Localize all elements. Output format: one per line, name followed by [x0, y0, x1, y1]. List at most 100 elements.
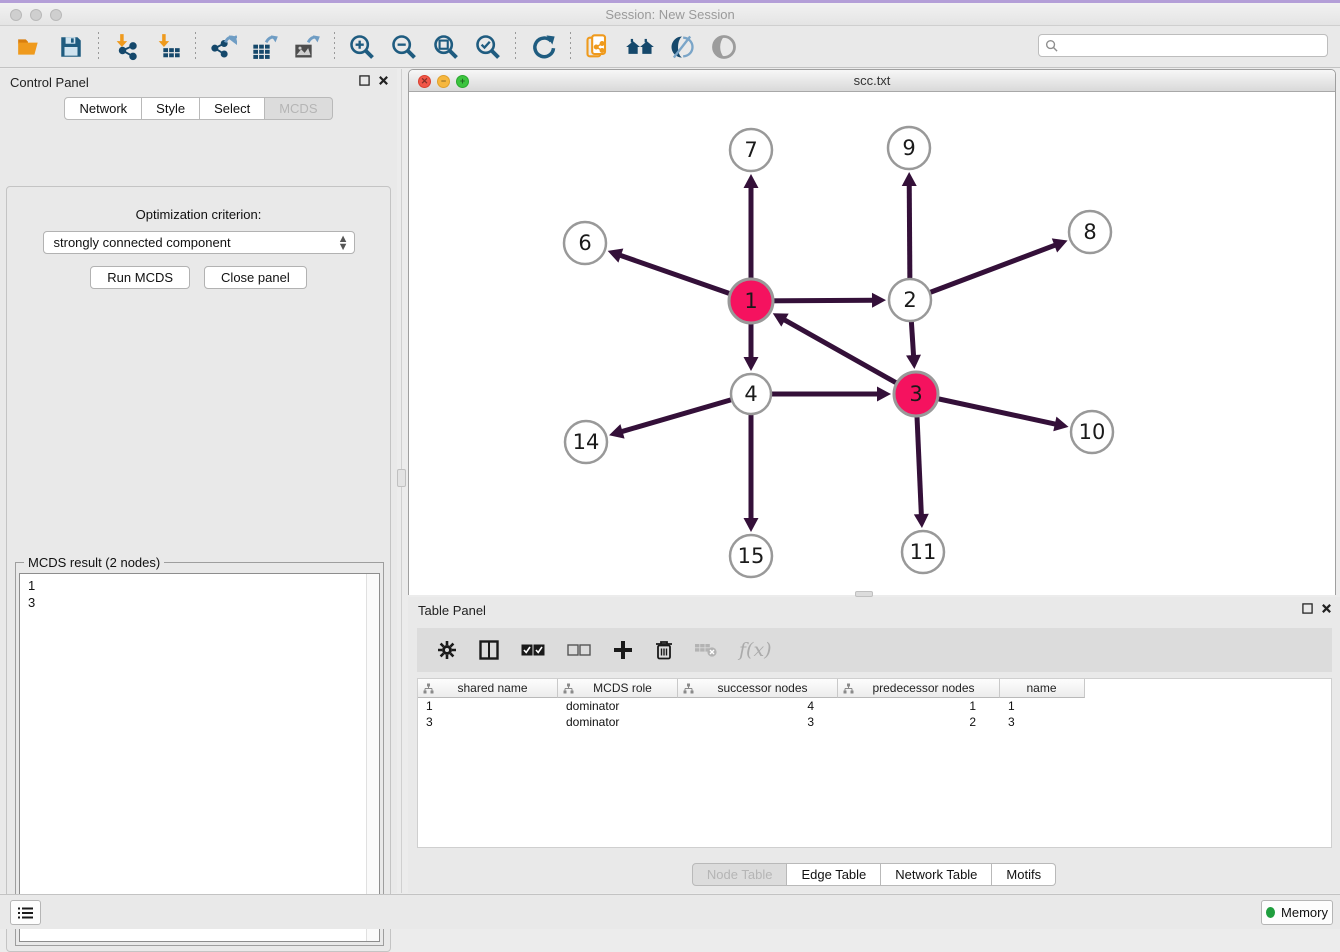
zoom-in-icon[interactable] — [345, 30, 379, 64]
criterion-value: strongly connected component — [54, 235, 231, 250]
tab-select[interactable]: Select — [200, 97, 265, 120]
graph-arrowhead-3-10 — [1053, 417, 1068, 432]
control-panel-title: Control Panel — [10, 75, 89, 90]
graph-node-label-3: 3 — [909, 382, 922, 406]
column-header-predecessor-nodes[interactable]: predecessor nodes — [838, 679, 1000, 698]
attribute-icon — [683, 683, 694, 694]
table-tab-node-table[interactable]: Node Table — [692, 863, 788, 886]
refresh-layout-icon[interactable] — [526, 30, 560, 64]
network-window: ✕ − + scc.txt 7968124314101511 — [408, 69, 1336, 595]
graph-arrowhead-2-9 — [902, 172, 917, 186]
network-canvas[interactable]: 7968124314101511 — [409, 92, 1335, 595]
attribute-icon — [423, 683, 434, 694]
graph-arrowhead-1-7 — [744, 174, 759, 188]
table-header-row: shared nameMCDS role successor nodes prede… — [418, 679, 1331, 698]
attribute-icon — [563, 683, 574, 694]
tab-mcds[interactable]: MCDS — [265, 97, 332, 120]
open-file-icon[interactable] — [12, 30, 46, 64]
network-graph[interactable]: 7968124314101511 — [409, 92, 1335, 595]
search-input[interactable] — [1062, 39, 1321, 53]
birds-eye-icon[interactable] — [707, 30, 741, 64]
close-panel-button[interactable]: Close panel — [204, 266, 307, 289]
memory-label: Memory — [1281, 905, 1328, 920]
zoom-fit-icon[interactable] — [429, 30, 463, 64]
columns-icon[interactable] — [479, 640, 499, 660]
gear-icon[interactable] — [437, 640, 457, 660]
table-cell[interactable]: 4 — [678, 698, 838, 714]
float-table-panel-icon[interactable] — [1302, 603, 1313, 614]
export-image-icon[interactable] — [290, 30, 324, 64]
column-header-label: predecessor nodes — [854, 681, 999, 695]
float-panel-icon[interactable] — [359, 75, 370, 86]
column-header-label: successor nodes — [694, 681, 837, 695]
table-cell[interactable]: 1 — [838, 698, 1000, 714]
table-panel-header: Table Panel — [408, 597, 1340, 623]
zoom-out-icon[interactable] — [387, 30, 421, 64]
attribute-icon — [843, 683, 854, 694]
clone-network-icon[interactable] — [581, 30, 615, 64]
graph-edge-2-8[interactable] — [910, 245, 1056, 300]
result-line: 3 — [28, 594, 379, 611]
graph-arrowhead-1-4 — [744, 357, 759, 371]
control-panel-header: Control Panel — [0, 69, 397, 95]
graph-node-label-2: 2 — [903, 288, 916, 312]
criterion-dropdown[interactable]: strongly connected component ▲▼ — [43, 231, 355, 254]
export-network-icon[interactable] — [206, 30, 240, 64]
table-cell[interactable]: dominator — [558, 698, 678, 714]
show-panels-button[interactable] — [10, 900, 41, 925]
mcds-result-group: MCDS result (2 nodes) 13 — [15, 562, 384, 946]
graphics-details-icon[interactable] — [665, 30, 699, 64]
delete-column-icon[interactable] — [655, 640, 673, 660]
tab-style[interactable]: Style — [142, 97, 200, 120]
zoom-selected-icon[interactable] — [471, 30, 505, 64]
column-header-MCDS-role[interactable]: MCDS role — [558, 679, 678, 698]
unselect-all-columns-icon[interactable] — [567, 644, 591, 656]
column-header-successor-nodes[interactable]: successor nodes — [678, 679, 838, 698]
list-icon — [18, 906, 34, 920]
memory-button[interactable]: Memory — [1261, 900, 1333, 925]
graph-arrowhead-4-3 — [877, 387, 891, 402]
table-cell[interactable]: 1 — [1000, 698, 1085, 714]
tab-network[interactable]: Network — [64, 97, 142, 120]
export-table-icon[interactable] — [248, 30, 282, 64]
search-icon — [1045, 39, 1058, 52]
add-column-icon[interactable] — [613, 640, 633, 660]
first-neighbors-icon[interactable] — [623, 30, 657, 64]
run-mcds-button[interactable]: Run MCDS — [90, 266, 190, 289]
node-table[interactable]: shared nameMCDS role successor nodes prede… — [417, 678, 1332, 848]
result-scrollbar[interactable] — [366, 574, 379, 941]
function-builder-icon[interactable]: f(x) — [739, 639, 772, 661]
toolbar-separator — [98, 32, 99, 62]
toolbar-separator — [334, 32, 335, 62]
graph-node-label-14: 14 — [573, 430, 600, 454]
panel-divider-grip[interactable] — [397, 469, 406, 487]
table-cell[interactable]: 3 — [1000, 714, 1085, 730]
table-row[interactable]: 3dominator323 — [418, 714, 1331, 730]
table-cell[interactable]: 2 — [838, 714, 1000, 730]
table-cell[interactable]: 1 — [418, 698, 558, 714]
table-cell[interactable]: dominator — [558, 714, 678, 730]
table-tab-motifs[interactable]: Motifs — [992, 863, 1056, 886]
table-cell[interactable]: 3 — [418, 714, 558, 730]
column-header-shared-name[interactable]: shared name — [418, 679, 558, 698]
mcds-result-list[interactable]: 13 — [19, 573, 380, 942]
window-titlebar: Session: New Session — [0, 3, 1340, 26]
import-network-icon[interactable] — [109, 30, 143, 64]
save-session-icon[interactable] — [54, 30, 88, 64]
search-box[interactable] — [1038, 34, 1328, 57]
network-window-titlebar[interactable]: ✕ − + scc.txt — [409, 70, 1335, 92]
select-all-columns-icon[interactable] — [521, 644, 545, 656]
delete-table-icon[interactable] — [695, 642, 717, 658]
result-line: 1 — [28, 577, 379, 594]
table-tab-edge-table[interactable]: Edge Table — [787, 863, 881, 886]
optimization-criterion-label: Optimization criterion: — [7, 207, 390, 222]
column-header-name[interactable]: name — [1000, 679, 1085, 698]
import-table-icon[interactable] — [151, 30, 185, 64]
table-cell[interactable]: 3 — [678, 714, 838, 730]
graph-node-label-1: 1 — [744, 289, 757, 313]
close-panel-icon[interactable] — [378, 75, 389, 86]
table-row[interactable]: 1dominator411 — [418, 698, 1331, 714]
table-tab-network-table[interactable]: Network Table — [881, 863, 992, 886]
close-table-panel-icon[interactable] — [1321, 603, 1332, 614]
control-panel: Control Panel NetworkStyleSelectMCDS Opt… — [0, 69, 397, 893]
